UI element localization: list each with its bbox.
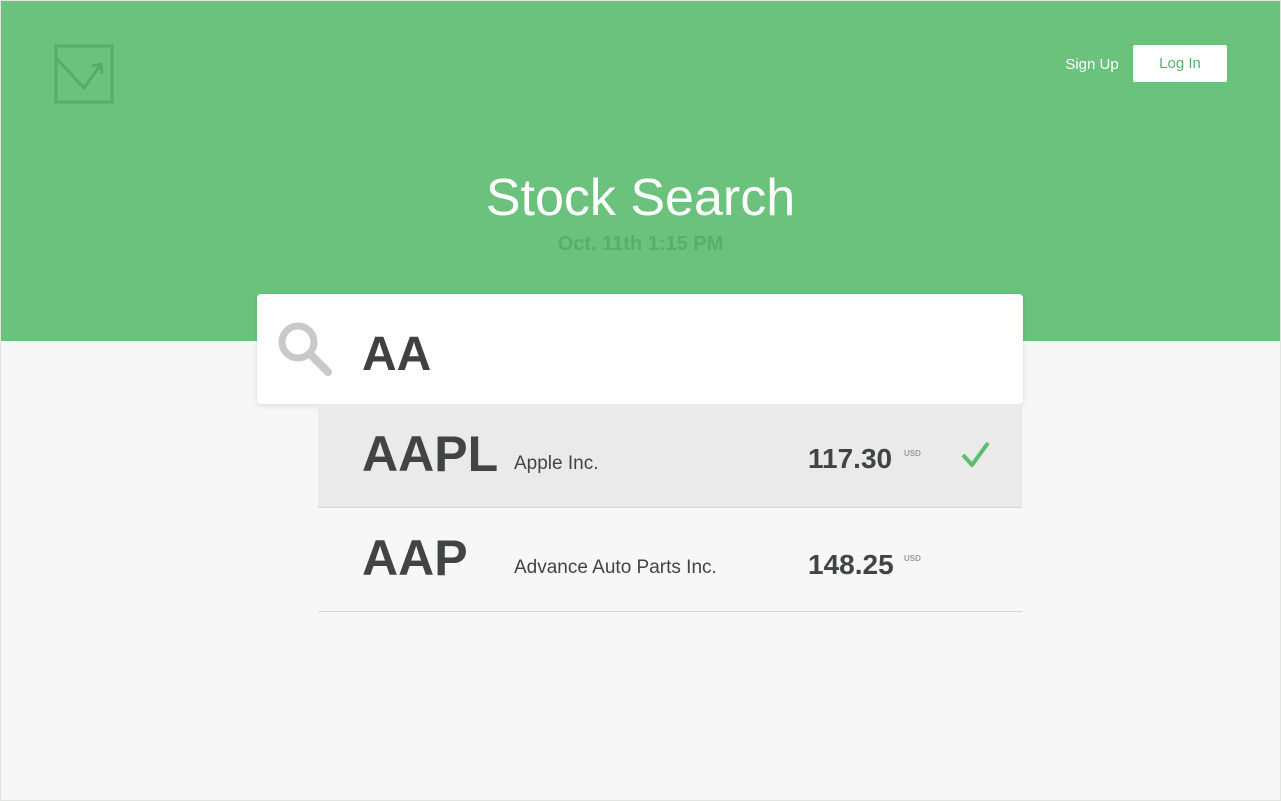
search-input[interactable] xyxy=(362,323,982,385)
result-currency: USD xyxy=(904,449,921,458)
result-company-name: Advance Auto Parts Inc. xyxy=(514,557,717,578)
checkmark-icon xyxy=(961,441,990,467)
result-price: 148.25 xyxy=(808,549,894,580)
page-title: Stock Search xyxy=(485,169,796,227)
result-row-aap[interactable]: AAP Advance Auto Parts Inc. 148.25 USD xyxy=(318,508,1022,612)
result-company-name: Apple Inc. xyxy=(514,453,599,474)
result-ticker: AAPL xyxy=(362,426,499,482)
search-icon xyxy=(278,322,332,376)
result-price: 117.30 xyxy=(808,443,893,474)
logo-icon[interactable] xyxy=(54,44,114,104)
login-button[interactable]: Log In xyxy=(1133,45,1227,82)
result-ticker: AAP xyxy=(362,530,468,586)
datetime-label: Oct. 11th 1:15 PM xyxy=(557,233,724,255)
hero-banner: Sign Up Log In Stock Search Oct. 11th 1:… xyxy=(0,0,1281,341)
result-row-aapl[interactable]: AAPL Apple Inc. 117.30 USD xyxy=(318,404,1022,508)
result-currency: USD xyxy=(904,554,921,563)
signup-link[interactable]: Sign Up xyxy=(1058,54,1126,76)
